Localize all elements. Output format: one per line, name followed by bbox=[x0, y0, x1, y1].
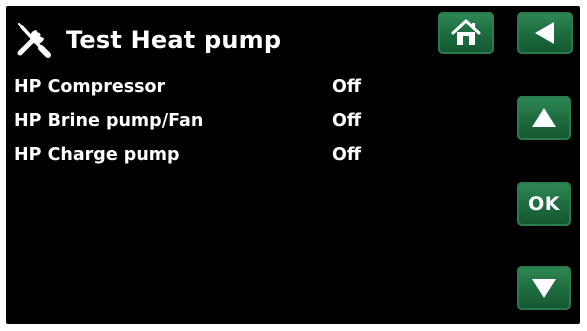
tools-icon bbox=[17, 23, 51, 58]
row-value: Off bbox=[332, 145, 362, 165]
up-button[interactable] bbox=[517, 96, 571, 140]
list-item[interactable]: HP Charge pump Off bbox=[14, 144, 374, 178]
row-value: Off bbox=[332, 77, 362, 97]
home-button[interactable] bbox=[438, 12, 494, 54]
arrow-left-icon bbox=[535, 22, 554, 44]
row-label: HP Brine pump/Fan bbox=[14, 111, 204, 131]
list-item[interactable]: HP Compressor Off bbox=[14, 76, 374, 110]
row-label: HP Compressor bbox=[14, 77, 166, 97]
arrow-up-icon bbox=[532, 108, 556, 127]
ok-label: OK bbox=[528, 193, 560, 215]
down-button[interactable] bbox=[517, 266, 571, 310]
back-button[interactable] bbox=[517, 12, 573, 54]
row-label: HP Charge pump bbox=[14, 145, 180, 165]
page-header: Test Heat pump bbox=[14, 20, 281, 60]
ok-button[interactable]: OK bbox=[517, 182, 571, 226]
display-screen: Test Heat pump HP Compressor Off HP Brin… bbox=[6, 6, 580, 324]
test-list: HP Compressor Off HP Brine pump/Fan Off … bbox=[14, 76, 374, 178]
row-value: Off bbox=[332, 111, 362, 131]
page-title: Test Heat pump bbox=[66, 26, 282, 54]
arrow-down-icon bbox=[532, 279, 556, 298]
list-item[interactable]: HP Brine pump/Fan Off bbox=[14, 110, 374, 144]
home-icon bbox=[451, 19, 481, 45]
